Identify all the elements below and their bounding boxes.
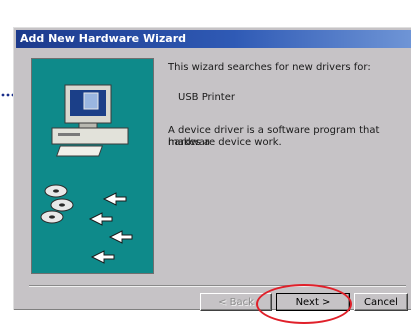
wizard-window: Add New Hardware Wizard This wizard sear… bbox=[13, 27, 411, 311]
device-name: USB Printer bbox=[178, 92, 235, 103]
back-button[interactable]: < Back bbox=[200, 293, 272, 311]
cancel-button[interactable]: Cancel bbox=[354, 293, 408, 311]
next-button[interactable]: Next > bbox=[276, 293, 350, 311]
arrow-icon bbox=[88, 192, 133, 264]
intro-text: This wizard searches for new drivers for… bbox=[168, 62, 371, 73]
cd-disc-icon bbox=[40, 184, 74, 224]
description-line-2: hardware device work. bbox=[168, 137, 282, 148]
button-separator bbox=[29, 285, 406, 287]
wizard-illustration bbox=[40, 84, 133, 264]
wizard-side-panel bbox=[31, 58, 154, 274]
window-title: Add New Hardware Wizard bbox=[20, 32, 187, 45]
title-bar[interactable]: Add New Hardware Wizard bbox=[16, 30, 411, 48]
computer-icon bbox=[51, 84, 129, 157]
